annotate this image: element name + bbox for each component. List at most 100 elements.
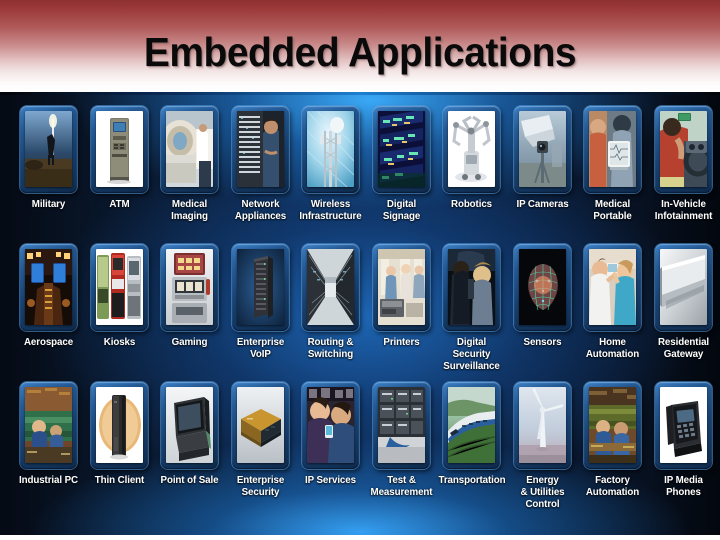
slide-body: Military ATM Medical Imaging Network Applia… xyxy=(0,92,720,535)
application-tile[interactable]: Printers xyxy=(366,244,437,382)
tile-row: Aerospace Kiosks Gaming Enterprise VoIP Rout… xyxy=(0,244,720,382)
tile-label: IP Media Phones xyxy=(663,474,703,498)
tile-label: Gaming xyxy=(171,336,208,348)
people-mobile-phones-photo xyxy=(307,387,354,463)
tile-frame[interactable] xyxy=(231,244,289,331)
application-tile[interactable]: Point of Sale xyxy=(154,382,225,520)
application-tile[interactable]: Enterprise Security xyxy=(225,382,296,520)
assembly-line-photo xyxy=(589,387,636,463)
application-tile[interactable]: Test & Measurement xyxy=(366,382,437,520)
tile-frame[interactable] xyxy=(443,244,500,331)
tile-frame[interactable] xyxy=(513,382,571,469)
tile-label: Industrial PC xyxy=(18,474,79,486)
application-tile[interactable]: Transportation xyxy=(436,382,507,520)
tile-label: Test & Measurement xyxy=(370,474,432,498)
test-instrument-rack-photo xyxy=(377,387,425,463)
tile-label: Medical Portable xyxy=(593,198,632,222)
tile-label: Enterprise VoIP xyxy=(236,336,284,360)
tile-label: Point of Sale xyxy=(160,474,219,486)
tile-frame[interactable] xyxy=(372,244,430,331)
tile-frame[interactable] xyxy=(443,382,500,469)
slide: Embedded Applications Military ATM Medical… xyxy=(0,0,720,540)
tile-frame[interactable] xyxy=(584,244,641,331)
application-tile[interactable]: ATM xyxy=(84,106,155,244)
ip-camera-photo xyxy=(518,111,566,187)
application-tile[interactable]: Digital Signage xyxy=(366,106,437,244)
tile-frame[interactable] xyxy=(443,106,500,193)
application-tile[interactable]: Military xyxy=(13,106,84,244)
tile-frame[interactable] xyxy=(372,382,430,469)
application-tile[interactable]: Gaming xyxy=(154,244,225,382)
application-tile[interactable]: Medical Portable xyxy=(577,106,648,244)
tile-frame[interactable] xyxy=(513,244,571,331)
tile-frame[interactable] xyxy=(20,382,77,469)
tile-frame[interactable] xyxy=(584,382,641,469)
tile-frame[interactable] xyxy=(20,244,77,331)
application-tile[interactable]: Factory Automation xyxy=(577,382,648,520)
application-tile[interactable]: Residential Gateway xyxy=(648,244,719,382)
application-tile[interactable]: Routing & Switching xyxy=(295,244,366,382)
tile-label: Home Automation xyxy=(585,336,640,360)
server-tower-photo xyxy=(236,249,284,325)
tile-frame[interactable] xyxy=(372,106,430,193)
tile-frame[interactable] xyxy=(231,382,289,469)
tile-label: Wireless Infrastructure xyxy=(299,198,362,222)
mri-scanner-photo xyxy=(166,111,213,187)
tile-label: Kiosks xyxy=(103,336,135,348)
slot-machine-photo xyxy=(166,249,213,325)
tile-label: Medical Imaging xyxy=(171,198,208,222)
application-tile[interactable]: Kiosks xyxy=(84,244,155,382)
application-tile[interactable]: IP Services xyxy=(295,382,366,520)
application-tile[interactable]: Energy & Utilities Control xyxy=(507,382,578,520)
tile-frame[interactable] xyxy=(584,106,641,193)
tile-frame[interactable] xyxy=(90,244,148,331)
tile-label: Transportation xyxy=(438,474,506,486)
digital-signage-boards-photo xyxy=(377,111,425,187)
tile-frame[interactable] xyxy=(513,106,571,193)
application-tile[interactable]: In-Vehicle Infotainment xyxy=(648,106,719,244)
application-tile[interactable]: IP Media Phones xyxy=(648,382,719,520)
residential-gateway-device-photo xyxy=(659,249,707,325)
tile-frame[interactable] xyxy=(161,106,218,193)
application-tile[interactable]: Wireless Infrastructure xyxy=(295,106,366,244)
application-tile[interactable]: Industrial PC xyxy=(13,382,84,520)
tile-frame[interactable] xyxy=(161,244,218,331)
application-tile[interactable]: Enterprise VoIP xyxy=(225,244,296,382)
application-tile[interactable]: Network Appliances xyxy=(225,106,296,244)
application-tile[interactable]: Robotics xyxy=(436,106,507,244)
tile-frame[interactable] xyxy=(161,382,218,469)
datacenter-aisle-photo xyxy=(307,249,354,325)
vehicle-surveillance-photo xyxy=(448,249,495,325)
application-tile[interactable]: Medical Imaging xyxy=(154,106,225,244)
tile-frame[interactable] xyxy=(90,106,148,193)
application-tile[interactable]: Home Automation xyxy=(577,244,648,382)
home-thermostat-couple-photo xyxy=(589,249,636,325)
tile-label: Energy & Utilities Control xyxy=(519,474,565,510)
tile-frame[interactable] xyxy=(302,244,359,331)
tile-label: Digital Security Surveillance xyxy=(443,336,500,372)
application-tile[interactable]: Aerospace xyxy=(13,244,84,382)
tile-frame[interactable] xyxy=(231,106,289,193)
application-tile[interactable]: IP Cameras xyxy=(507,106,578,244)
car-dashboard-driver-photo xyxy=(659,111,707,187)
application-tile[interactable]: Digital Security Surveillance xyxy=(436,244,507,382)
tile-label: Printers xyxy=(382,336,420,348)
security-appliance-box-photo xyxy=(236,387,284,463)
tile-frame[interactable] xyxy=(302,382,359,469)
slide-header-band: Embedded Applications xyxy=(0,0,720,92)
tile-frame[interactable] xyxy=(20,106,77,193)
tile-frame[interactable] xyxy=(302,106,359,193)
application-tile[interactable]: Thin Client xyxy=(84,382,155,520)
slide-footer-strip xyxy=(0,535,720,540)
tile-frame[interactable] xyxy=(654,106,712,193)
surgical-robot-photo xyxy=(448,111,495,187)
tile-frame[interactable] xyxy=(90,382,148,469)
tile-frame[interactable] xyxy=(654,382,712,469)
tile-frame[interactable] xyxy=(654,244,712,331)
application-tile[interactable]: Sensors xyxy=(507,244,578,382)
tile-label: Network Appliances xyxy=(234,198,286,222)
cell-tower-photo xyxy=(307,111,354,187)
wind-turbine-photo xyxy=(518,387,566,463)
ip-desk-phone-photo xyxy=(659,387,707,463)
tile-label: Robotics xyxy=(450,198,493,210)
